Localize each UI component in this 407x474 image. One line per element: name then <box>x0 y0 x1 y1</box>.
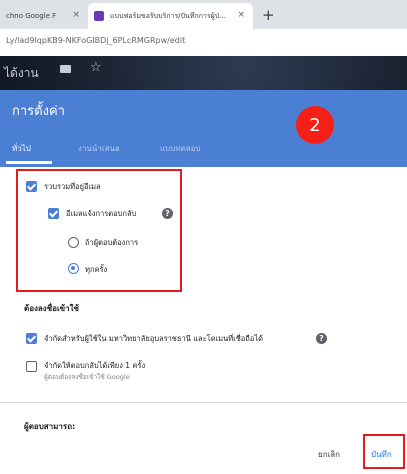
folder-icon[interactable] <box>60 65 71 73</box>
close-icon[interactable]: × <box>237 10 245 20</box>
tab-title: chno Google F <box>6 12 57 20</box>
help-icon[interactable]: ? <box>316 333 327 344</box>
browser-tab-2[interactable]: แบบฟอร์มขอรับบริการ/บันทึกการผู้ป่... × <box>88 3 253 29</box>
new-tab-button[interactable]: + <box>262 6 275 24</box>
radio-if-requested-label: ถ้าผู้ตอบต้องการ <box>85 238 139 247</box>
form-header-bar <box>0 56 407 90</box>
collect-email-checkbox[interactable] <box>26 181 37 192</box>
tab-general[interactable]: ทั่วไป <box>12 142 31 155</box>
divider <box>0 402 407 403</box>
email-receipt-checkbox[interactable] <box>48 208 59 219</box>
tab-title: แบบฟอร์มขอรับบริการ/บันทึกการผู้ป่... <box>110 11 226 20</box>
limit-one-response-sublabel: ผู้ตอบต้องลงชื่อเข้าใช้ Google <box>44 373 130 381</box>
tab-quiz[interactable]: แบบทดสอบ <box>160 142 201 155</box>
limit-one-response-label: จำกัดให้ตอบกลับได้เพียง 1 ครั้ง <box>44 361 146 370</box>
active-tab-indicator <box>6 161 52 164</box>
url-text[interactable]: Ly/lad9IqpKB9-NKFoGIBDj_6PLcRMGRpw/edit <box>6 36 185 45</box>
step-badge: 2 <box>296 106 334 144</box>
star-icon[interactable]: ☆ <box>90 60 102 75</box>
browser-tab-1[interactable]: chno Google F × <box>0 3 88 29</box>
email-receipt-label: อีเมลแจ้งการตอบกลับ <box>66 209 137 218</box>
respondents-can-heading: ผู้ตอบสามารถ: <box>24 422 76 431</box>
close-icon[interactable]: × <box>72 10 80 20</box>
radio-if-requested[interactable] <box>68 237 79 248</box>
cancel-button[interactable]: ยกเลิก <box>318 448 340 461</box>
forms-icon <box>94 11 104 21</box>
form-title: ได้งาน <box>4 66 39 80</box>
limit-one-response-checkbox[interactable] <box>26 361 37 372</box>
dialog-title: การตั้งค่า <box>12 104 65 119</box>
requires-signin-heading: ต้องลงชื่อเข้าใช้ <box>24 304 79 313</box>
save-button[interactable]: บันทึก <box>371 448 392 461</box>
help-icon[interactable]: ? <box>162 208 173 219</box>
restrict-users-label: จำกัดสำหรับผู้ใช้ใน มหาวิทยาลัยอุบลราชธา… <box>44 334 263 343</box>
radio-always[interactable] <box>68 263 79 274</box>
restrict-users-checkbox[interactable] <box>26 333 37 344</box>
tab-presentation[interactable]: งานนำเสนอ <box>78 142 120 155</box>
collect-email-label: รวบรวมที่อยู่อีเมล <box>44 182 101 191</box>
radio-always-label: ทุกครั้ง <box>85 265 108 274</box>
